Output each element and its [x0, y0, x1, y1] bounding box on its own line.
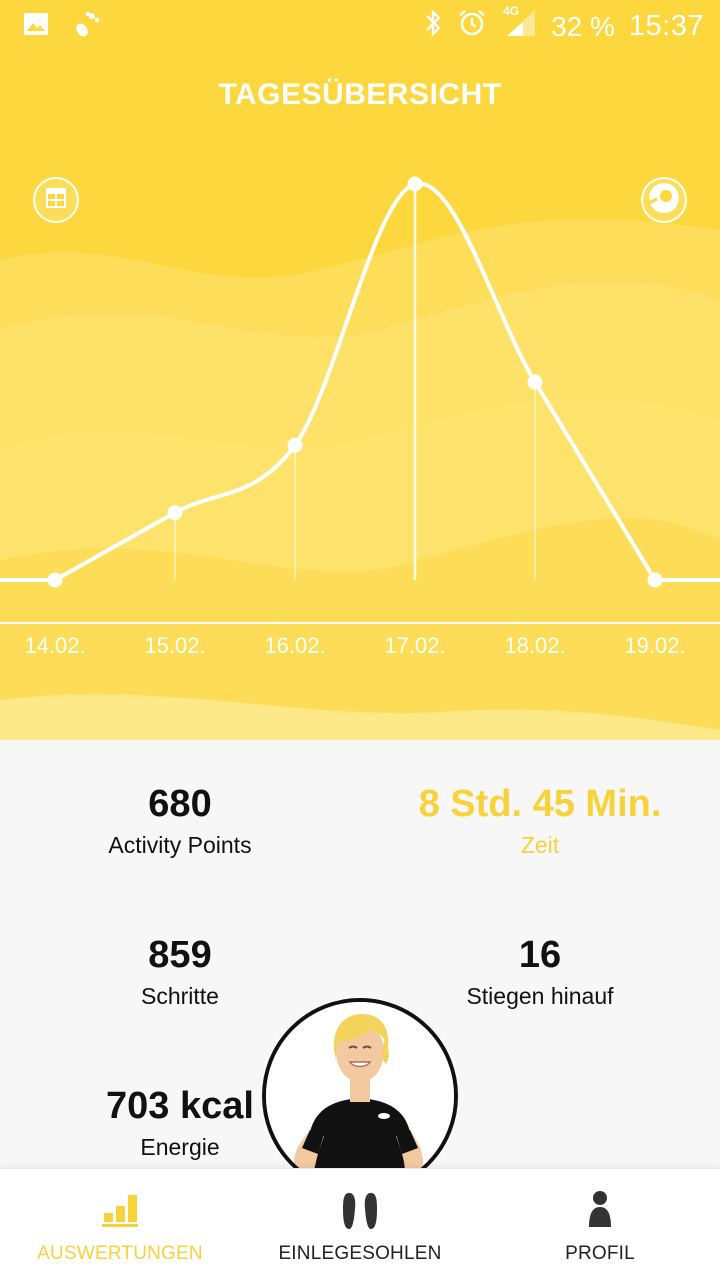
coach-illustration	[266, 1002, 454, 1190]
activity-points-label: Activity Points	[108, 831, 252, 858]
stat-time: 8 Std. 45 Min. Zeit	[360, 783, 720, 859]
status-time: 15:37	[628, 10, 704, 42]
x-tick-label[interactable]: 16.02.	[264, 633, 325, 658]
nav-label-auswertungen: AUSWERTUNGEN	[37, 1243, 203, 1264]
series-line	[0, 181, 720, 582]
nav-item-auswertungen[interactable]: AUSWERTUNGEN	[0, 1169, 240, 1281]
battery-percent: 32 %	[551, 10, 615, 42]
data-point-15.02.[interactable]	[167, 505, 183, 521]
stat-stairs: 16 Stiegen hinauf	[360, 934, 720, 1010]
stairs-value: 16	[518, 934, 562, 976]
activity-line-chart: 14.02. 15.02. 16.02. 17.02. 18.02. 19.02.	[0, 176, 720, 658]
x-tick-label[interactable]: 19.02.	[624, 633, 685, 658]
data-point-14.02.[interactable]	[47, 572, 63, 588]
data-point-17.02.[interactable]	[407, 176, 423, 192]
nav-label-einlegesohlen: EINLEGESOHLEN	[278, 1243, 442, 1264]
x-tick-label[interactable]: 14.02.	[24, 633, 85, 658]
x-tick-label[interactable]: 17.02.	[384, 633, 445, 658]
alarm-icon	[457, 8, 487, 45]
signal-4g-icon: 4G	[501, 4, 537, 45]
stairs-label: Stiegen hinauf	[466, 982, 614, 1009]
footprint-icon	[72, 10, 102, 45]
person-icon	[585, 1189, 615, 1233]
data-point-18.02.[interactable]	[527, 374, 543, 390]
nav-item-einlegesohlen[interactable]: EINLEGESOHLEN	[240, 1169, 480, 1281]
data-point-16.02.[interactable]	[287, 437, 303, 453]
time-value: 8 Std. 45 Min.	[418, 783, 662, 825]
x-tick-label[interactable]: 15.02.	[144, 633, 205, 658]
coach-avatar[interactable]	[262, 998, 458, 1194]
bar-chart-icon	[100, 1189, 140, 1233]
insoles-icon	[340, 1189, 380, 1233]
status-bar: 4G 32 % 15:37	[0, 0, 720, 48]
time-label: Zeit	[520, 831, 560, 858]
stat-steps: 859 Schritte	[0, 934, 360, 1010]
image-icon	[22, 10, 50, 45]
nav-item-profil[interactable]: PROFIL	[480, 1169, 720, 1281]
steps-label: Schritte	[141, 982, 219, 1009]
stat-activity-points: 680 Activity Points	[0, 783, 360, 859]
network-label: 4G	[503, 4, 520, 18]
activity-points-value: 680	[148, 783, 212, 825]
nav-label-profil: PROFIL	[565, 1243, 635, 1264]
x-tick-label[interactable]: 18.02.	[504, 633, 565, 658]
bluetooth-icon	[423, 9, 443, 44]
data-point-19.02.[interactable]	[647, 572, 663, 588]
steps-value: 859	[148, 934, 212, 976]
page-title: TAGESÜBERSICHT	[218, 78, 502, 111]
bottom-navigation: AUSWERTUNGEN EINLEGESOHLEN PROFIL	[0, 1168, 720, 1281]
header-section: 4G 32 % 15:37 TAGESÜBERSICHT 14.02. 15.02…	[0, 0, 720, 740]
